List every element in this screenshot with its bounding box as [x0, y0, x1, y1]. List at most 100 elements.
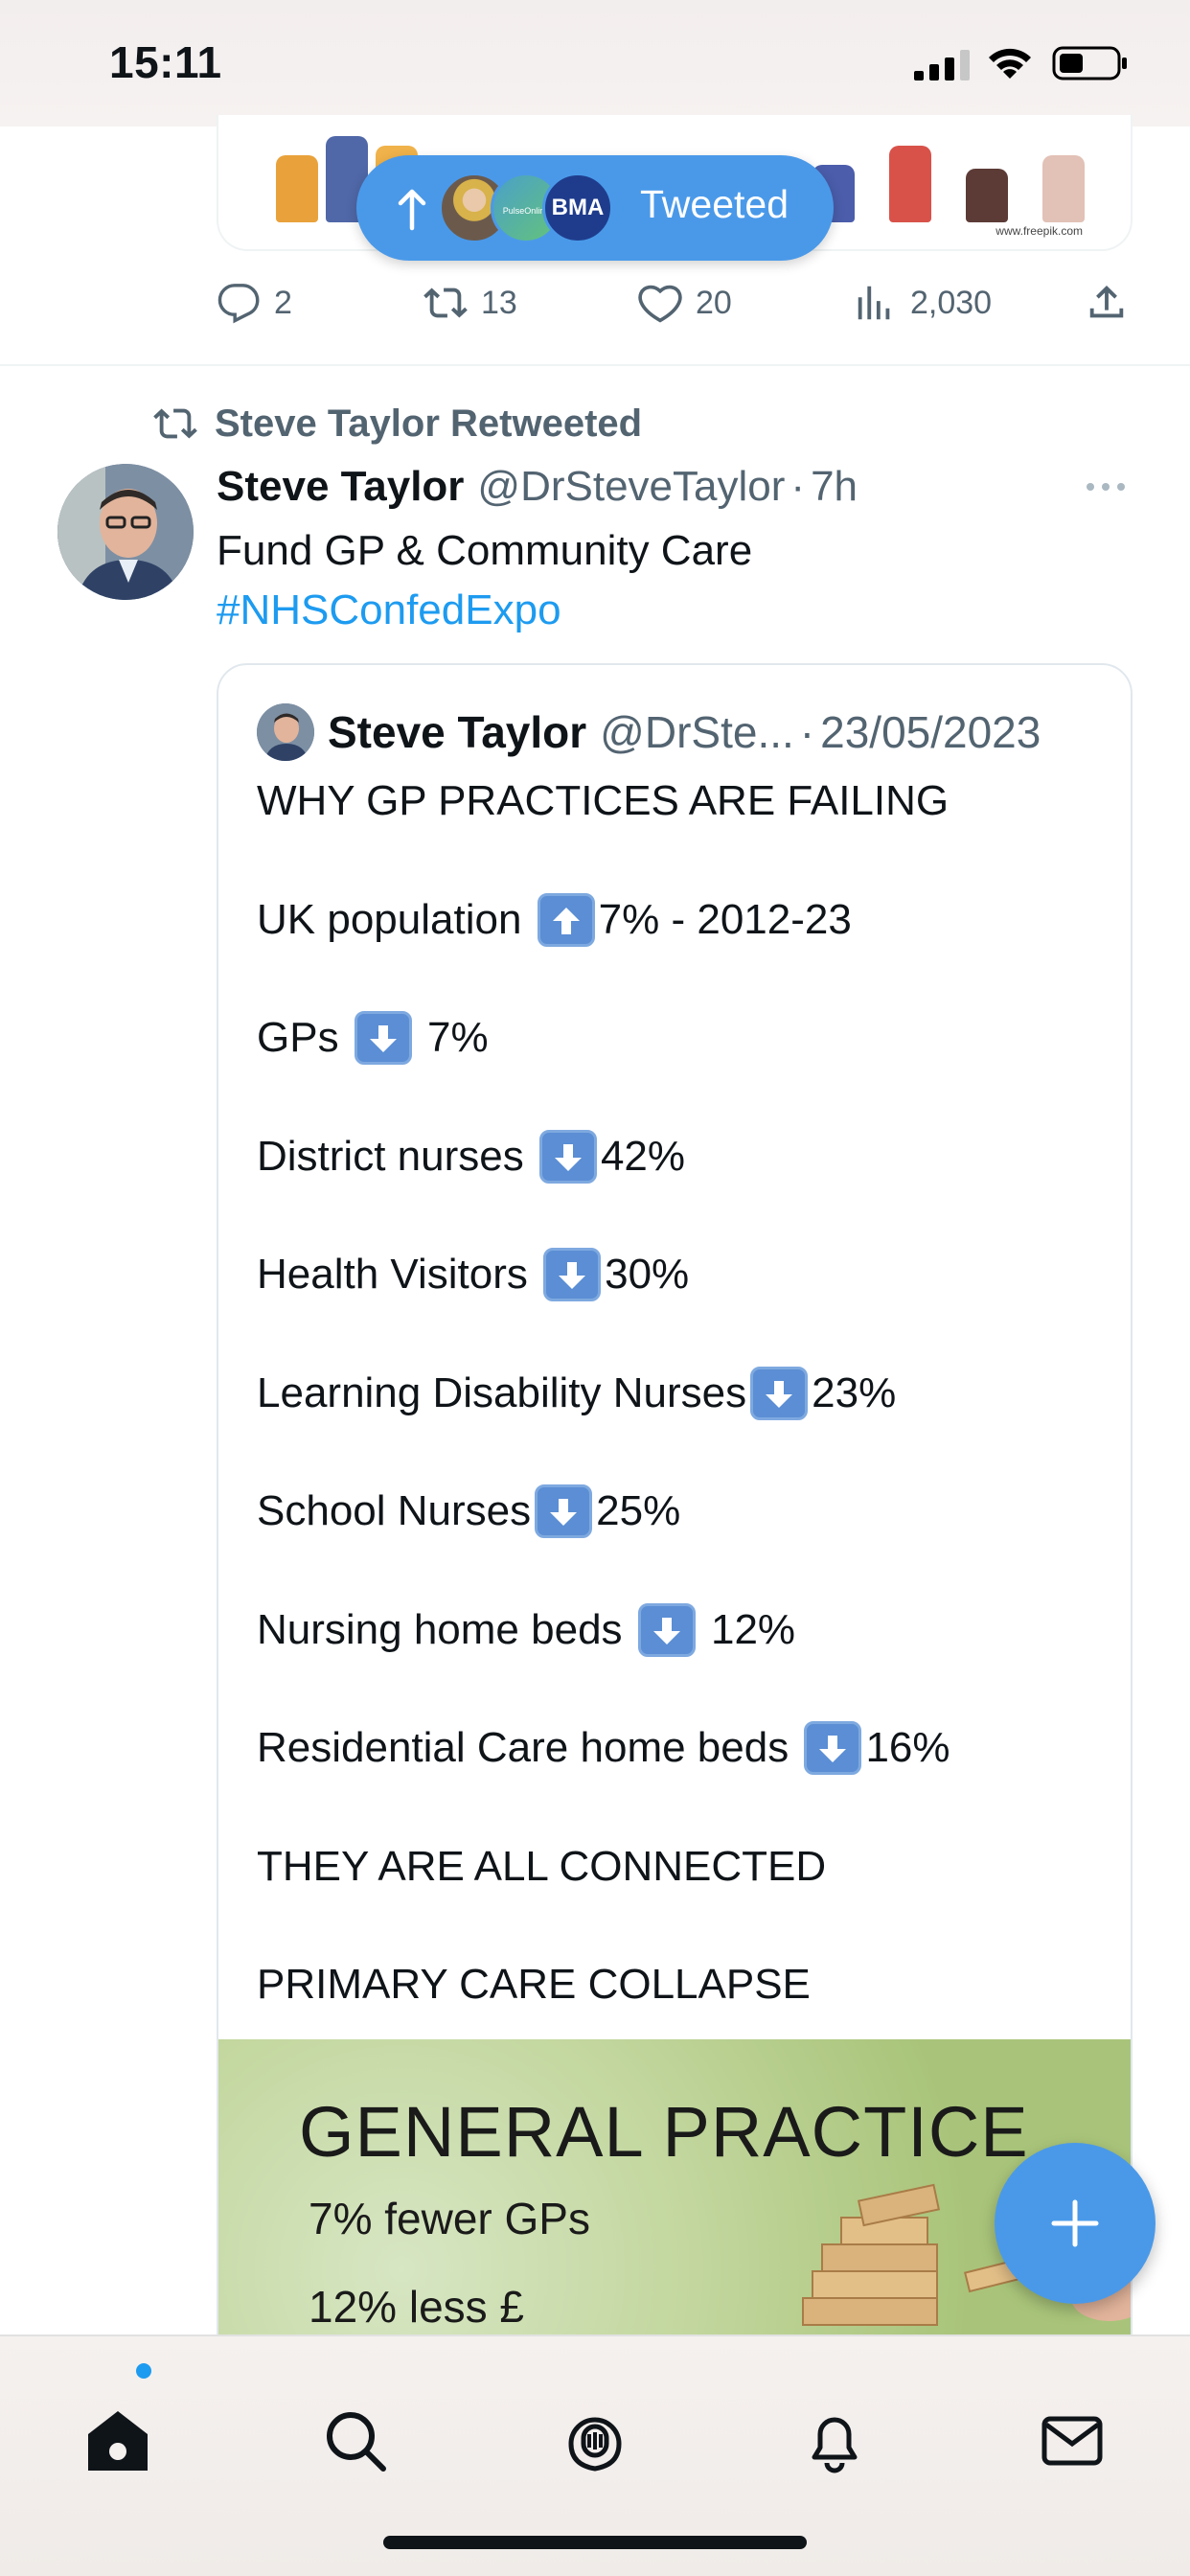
- tweet-time[interactable]: 7h: [811, 463, 858, 511]
- quoted-tweet-text: WHY GP PRACTICES ARE FAILING UK populatio…: [257, 772, 950, 2075]
- quoted-text-line: WHY GP PRACTICES ARE FAILING: [257, 772, 950, 891]
- line-value: 12%: [698, 1605, 796, 1653]
- retweet-icon: [153, 408, 197, 439]
- arrow-up-icon: [398, 189, 426, 231]
- home-unread-dot: [136, 2363, 151, 2379]
- image-line-funding: 12% less £: [309, 2282, 525, 2332]
- illustration-figure: [1042, 155, 1085, 222]
- line-value: 25%: [596, 1487, 681, 1534]
- spaces-icon: [568, 2417, 622, 2472]
- line-text: GPs: [257, 1014, 351, 1061]
- quoted-author-avatar: [257, 703, 314, 761]
- tweeted-label: Tweeted: [640, 182, 789, 226]
- line-text: School Nurses: [257, 1487, 532, 1534]
- plus-icon: [1051, 2199, 1099, 2247]
- status-bar: 15:11: [0, 0, 1190, 126]
- retweeted-by[interactable]: Steve Taylor Retweeted: [153, 397, 642, 450]
- tweet-divider: [0, 364, 1190, 366]
- home-icon: [88, 2411, 148, 2471]
- line-text: Learning Disability Nurses: [257, 1368, 747, 1416]
- author-name[interactable]: Steve Taylor: [217, 463, 464, 511]
- profile-photo: [57, 464, 194, 600]
- retweet-button[interactable]: 13: [423, 274, 517, 332]
- quoted-text-line: District nurses 42%: [257, 1128, 950, 1247]
- line-text: UK population: [257, 895, 534, 943]
- share-button[interactable]: [1085, 274, 1129, 332]
- quoted-text-line: Residential Care home beds 16%: [257, 1719, 950, 1838]
- arrow-up-emoji-icon: [537, 892, 595, 947]
- views-icon: [858, 286, 890, 320]
- line-text: WHY GP PRACTICES ARE FAILING: [257, 777, 950, 824]
- retweeted-by-label: Steve Taylor Retweeted: [215, 402, 643, 445]
- hashtag-link[interactable]: #NHSConfedExpo: [217, 581, 752, 640]
- quoted-text-line: THEY ARE ALL CONNECTED: [257, 1838, 950, 1957]
- tab-home[interactable]: [82, 2405, 153, 2476]
- illustration-figure: [276, 155, 318, 222]
- tweet-text: Fund GP & Community Care: [217, 527, 753, 574]
- tweeted-toast[interactable]: PulseOnline BMA Tweeted: [356, 155, 834, 261]
- quoted-text-line: GPs 7%: [257, 1009, 950, 1128]
- image-line-gps: 7% fewer GPs: [309, 2194, 590, 2243]
- reply-count: 2: [274, 284, 292, 321]
- reply-button[interactable]: 2: [217, 274, 292, 332]
- media-watermark: www.freepik.com: [995, 224, 1083, 238]
- quoted-text-line: Learning Disability Nurses 23%: [257, 1365, 950, 1484]
- tab-notifications[interactable]: [799, 2405, 870, 2476]
- views-count: 2,030: [910, 284, 993, 321]
- tweet-header: Steve Taylor @DrSteveTaylor · 7h: [217, 458, 858, 516]
- home-indicator: [383, 2536, 807, 2549]
- line-text: Nursing home beds: [257, 1605, 634, 1653]
- heart-icon: [638, 285, 682, 323]
- line-text: Residential Care home beds: [257, 1724, 801, 1771]
- notifications-icon: [812, 2417, 858, 2473]
- line-value: 42%: [600, 1132, 686, 1180]
- retweet-icon: [423, 288, 468, 318]
- signal-icon: [914, 50, 970, 80]
- quoted-text-line: UK population 7% - 2012-23: [257, 891, 950, 1010]
- tweet-body: Fund GP & Community Care #NHSConfedExpo: [217, 521, 752, 640]
- separator-dot: ·: [790, 463, 806, 510]
- line-value: 7%: [415, 1014, 489, 1061]
- bma-avatar: BMA: [542, 172, 613, 243]
- wifi-icon: [989, 48, 1031, 79]
- tweet-action-bar: 2 13 20 2,030: [217, 274, 1136, 332]
- search-icon: [327, 2412, 386, 2472]
- quoted-author-handle: @DrSte...: [600, 707, 794, 757]
- quoted-text-line: Health Visitors 30%: [257, 1246, 950, 1365]
- arrow-down-emoji-icon: [804, 1721, 862, 1775]
- quoted-text-line: School Nurses 25%: [257, 1483, 950, 1601]
- line-value: 30%: [605, 1251, 690, 1298]
- arrow-down-emoji-icon: [750, 1366, 809, 1420]
- like-count: 20: [696, 284, 732, 321]
- compose-tweet-button[interactable]: [995, 2143, 1156, 2304]
- illustration-figure: [889, 146, 931, 222]
- arrow-down-emoji-icon: [543, 1248, 602, 1301]
- retweet-count: 13: [481, 284, 517, 321]
- tab-messages[interactable]: [1037, 2405, 1108, 2476]
- quoted-date: 23/05/2023: [820, 707, 1041, 757]
- tab-spaces[interactable]: [560, 2405, 630, 2476]
- author-handle[interactable]: @DrSteveTaylor: [477, 463, 785, 511]
- status-time: 15:11: [109, 37, 222, 87]
- line-value: 16%: [865, 1724, 950, 1771]
- tab-search[interactable]: [320, 2405, 391, 2476]
- arrow-down-emoji-icon: [535, 1484, 593, 1538]
- quoted-tweet-header: Steve Taylor @DrSte... · 23/05/2023: [257, 703, 1041, 761]
- more-options-icon[interactable]: [1083, 464, 1129, 510]
- line-value: 7% - 2012-23: [598, 895, 852, 943]
- reply-icon: [217, 284, 260, 324]
- arrow-down-emoji-icon: [637, 1602, 696, 1657]
- quoted-author-name: Steve Taylor: [328, 707, 587, 757]
- arrow-down-emoji-icon: [354, 1011, 412, 1065]
- author-avatar[interactable]: [57, 464, 194, 600]
- separator-dot: ·: [799, 707, 815, 757]
- illustration-figure: [966, 169, 1008, 222]
- line-text: THEY ARE ALL CONNECTED: [257, 1842, 827, 1890]
- quoted-tweet[interactable]: Steve Taylor @DrSte... · 23/05/2023 WHY …: [217, 663, 1133, 2576]
- like-button[interactable]: 20: [638, 274, 732, 332]
- views-button[interactable]: 2,030: [853, 274, 992, 332]
- quoted-text-line: Nursing home beds 12%: [257, 1601, 950, 1720]
- line-value: 23%: [812, 1368, 897, 1416]
- messages-icon: [1041, 2416, 1103, 2466]
- share-icon: [1089, 285, 1124, 318]
